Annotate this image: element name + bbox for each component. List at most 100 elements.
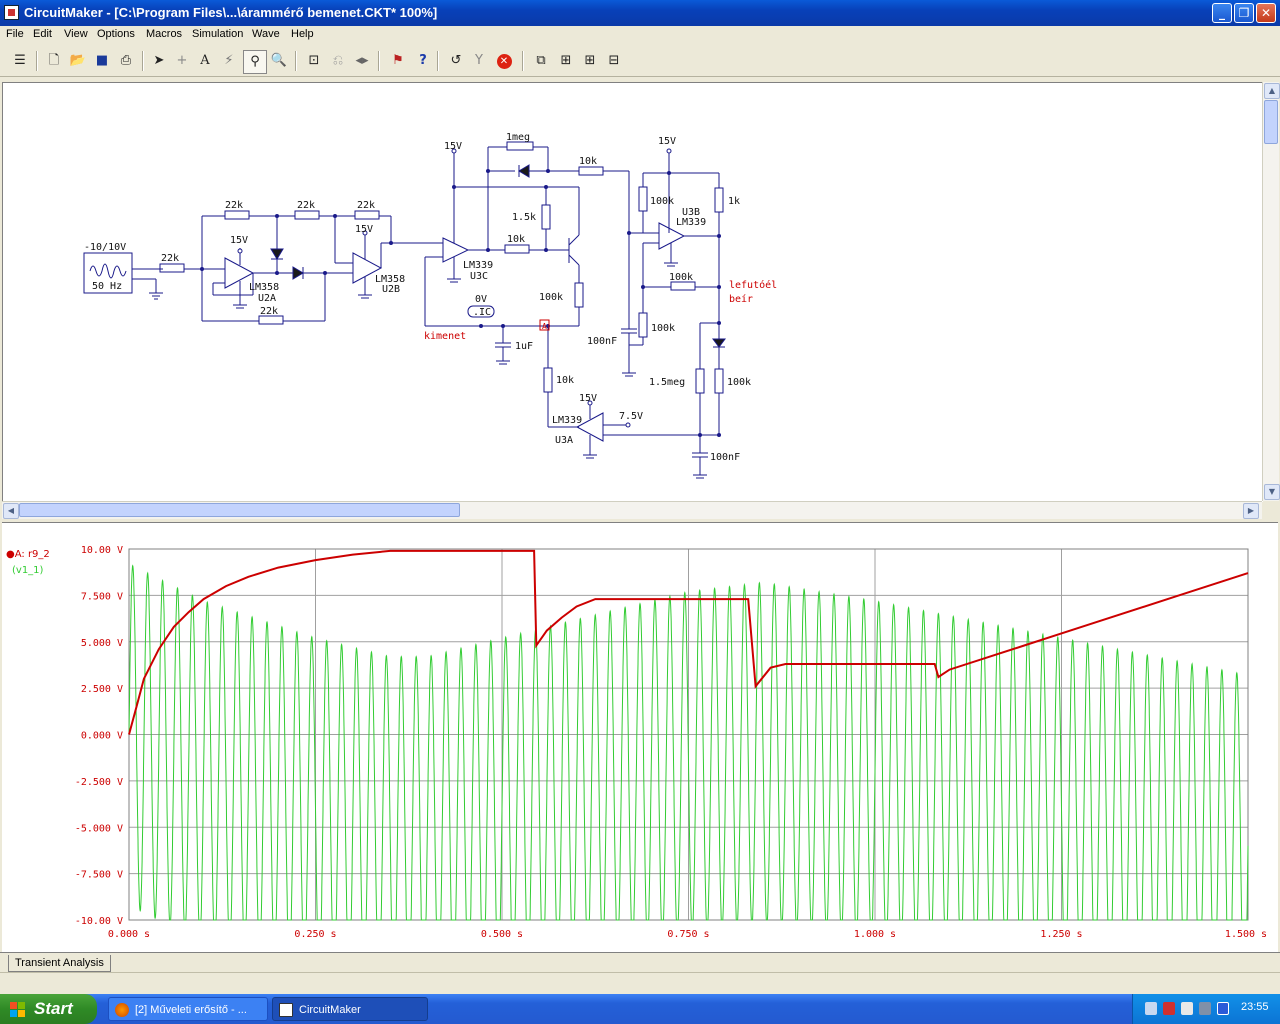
waveform-panel[interactable]: ●A: r9_2 (v1_1) 10.00 V 7.500 V 5.000 V 2.5… — [2, 522, 1278, 953]
x-tick-label: 0.000 s — [108, 929, 150, 940]
stop-icon[interactable]: ✕ — [493, 50, 515, 72]
status-bar — [0, 972, 1280, 995]
supply-label: 7.5V — [619, 411, 643, 422]
ic-tag: .IC — [473, 307, 491, 318]
circuitmaker-icon — [279, 1003, 293, 1017]
save-icon[interactable]: ■ — [91, 50, 113, 72]
view-2-icon[interactable]: ⊞ — [555, 50, 577, 72]
task-label: [2] Műveleti erősítő - ... — [135, 1004, 247, 1016]
rotate-icon[interactable]: ⎌ — [327, 50, 349, 72]
resistor-label: 22k — [297, 200, 315, 211]
schematic-canvas[interactable]: -10/10V 50 Hz 22k 22k 22k 22k 22k 15V 15… — [2, 82, 1263, 502]
comparator-u3c[interactable] — [442, 237, 470, 263]
toolbar-separator — [437, 51, 439, 71]
wand-tool-icon[interactable]: ⚡ — [218, 50, 240, 72]
x-tick-label: 0.500 s — [481, 929, 523, 940]
resistor-label: 10k — [507, 234, 525, 245]
shield-icon[interactable] — [1163, 1002, 1175, 1015]
part-label: LM339 — [463, 260, 493, 271]
windows-logo-icon — [10, 1002, 25, 1017]
menu-file[interactable]: File — [6, 28, 24, 40]
horizontal-scrollbar[interactable]: ◀ ▶ — [2, 501, 1262, 519]
zoom-tool-icon[interactable]: 🔍 — [268, 50, 290, 72]
y-tick-label: 7.500 V — [81, 591, 123, 602]
resistor-label: 100k — [651, 323, 675, 334]
supply-label: 15V — [230, 235, 248, 246]
resistor-label: 10k — [579, 156, 597, 167]
supply-label: 15V — [444, 141, 462, 152]
wire-tool-icon[interactable]: + — [171, 50, 193, 72]
probe-tool-icon[interactable]: ⚲ — [243, 50, 267, 74]
print-icon[interactable]: ⎙ — [115, 50, 137, 72]
taskbar-item-browser[interactable]: [2] Műveleti erősítő - ... — [108, 997, 268, 1021]
supply-label: 15V — [355, 224, 373, 235]
scroll-down-button[interactable]: ▼ — [1264, 484, 1280, 500]
menu-help[interactable]: Help — [291, 28, 314, 40]
toolbar-separator — [295, 51, 297, 71]
app-icon[interactable] — [4, 5, 19, 20]
y-tick-label: 2.500 V — [81, 684, 123, 695]
scroll-up-button[interactable]: ▲ — [1264, 83, 1280, 99]
x-tick-label: 0.750 s — [667, 929, 709, 940]
start-label: Start — [34, 999, 73, 1018]
zoom-fit-icon[interactable]: ⊡ — [303, 50, 325, 72]
menu-options[interactable]: Options — [97, 28, 135, 40]
step-icon[interactable]: Y — [468, 50, 490, 72]
menu-macros[interactable]: Macros — [146, 28, 182, 40]
part-label: LM339 — [552, 415, 582, 426]
tab-transient-analysis[interactable]: Transient Analysis — [8, 955, 111, 972]
capacitor-label: 100nF — [587, 336, 617, 347]
bluetooth-icon[interactable] — [1217, 1002, 1229, 1015]
scroll-right-button[interactable]: ▶ — [1243, 503, 1259, 519]
menu-simulation[interactable]: Simulation — [192, 28, 243, 40]
menu-edit[interactable]: Edit — [33, 28, 52, 40]
y-tick-label: 0.000 V — [81, 731, 123, 742]
new-file-icon[interactable]: 🗋 — [43, 50, 65, 72]
arrow-tool-icon[interactable]: ➤ — [148, 50, 170, 72]
menu-view[interactable]: View — [64, 28, 88, 40]
restore-button[interactable]: ❐ — [1234, 3, 1254, 23]
toolbar-separator — [142, 51, 144, 71]
title-bar: CircuitMaker - [C:\Program Files\...\ára… — [0, 0, 1280, 26]
close-button[interactable]: ✕ — [1256, 3, 1276, 23]
device-library-icon[interactable]: ☰ — [9, 50, 31, 72]
view-4-icon[interactable]: ⊟ — [603, 50, 625, 72]
scroll-left-button[interactable]: ◀ — [3, 503, 19, 519]
resistor-label: 22k — [161, 253, 179, 264]
part-label: LM358 — [249, 282, 279, 293]
taskbar-item-circuitmaker[interactable]: CircuitMaker — [272, 997, 428, 1021]
device-icon[interactable] — [1199, 1002, 1211, 1015]
network-icon[interactable] — [1145, 1002, 1157, 1015]
x-tick-label: 1.500 s — [1225, 929, 1267, 940]
toolbar: ☰ 🗋 📂 ■ ⎙ ➤ + A ⚡ ⚲ 🔍 ⊡ ⎌ ◂▸ ⚑ ? ↺ Y ✕ ⧉… — [0, 46, 1280, 77]
reset-icon[interactable]: ↺ — [445, 50, 467, 72]
y-tick-label: 5.000 V — [81, 638, 123, 649]
source-amplitude-label: -10/10V — [84, 242, 126, 253]
supply-label: 15V — [658, 136, 676, 147]
ref-label: U2B — [382, 284, 400, 295]
vertical-scrollbar[interactable]: ▲ ▼ — [1262, 82, 1280, 501]
start-button[interactable]: Start — [0, 994, 97, 1024]
resistor-label: 22k — [260, 306, 278, 317]
open-file-icon[interactable]: 📂 — [67, 50, 89, 72]
horizontal-scroll-thumb[interactable] — [19, 503, 460, 517]
y-tick-label: 10.00 V — [81, 545, 123, 556]
window-title: CircuitMaker - [C:\Program Files\...\ára… — [24, 5, 438, 20]
menu-wave[interactable]: Wave — [252, 28, 280, 40]
trace-icon[interactable]: ⚑ — [387, 50, 409, 72]
help-icon[interactable]: ? — [412, 50, 434, 72]
minimize-button[interactable]: _ — [1212, 3, 1232, 23]
y-tick-label: -2.500 V — [75, 777, 123, 788]
menu-bar: File Edit View Options Macros Simulation… — [0, 26, 1280, 45]
clock: 23:55 — [1241, 1001, 1269, 1013]
capacitor-label: 100nF — [710, 452, 740, 463]
text-tool-icon[interactable]: A — [194, 50, 216, 72]
schematic-drawing: -10/10V 50 Hz 22k 22k 22k 22k 22k 15V 15… — [83, 132, 777, 479]
resistor-label: 100k — [669, 272, 693, 283]
view-1-icon[interactable]: ⧉ — [530, 50, 552, 72]
vertical-scroll-thumb[interactable] — [1264, 100, 1278, 144]
volume-icon[interactable] — [1181, 1002, 1193, 1015]
view-3-icon[interactable]: ⊞ — [579, 50, 601, 72]
mirror-icon[interactable]: ◂▸ — [351, 50, 373, 72]
probe-label: A — [542, 322, 547, 331]
